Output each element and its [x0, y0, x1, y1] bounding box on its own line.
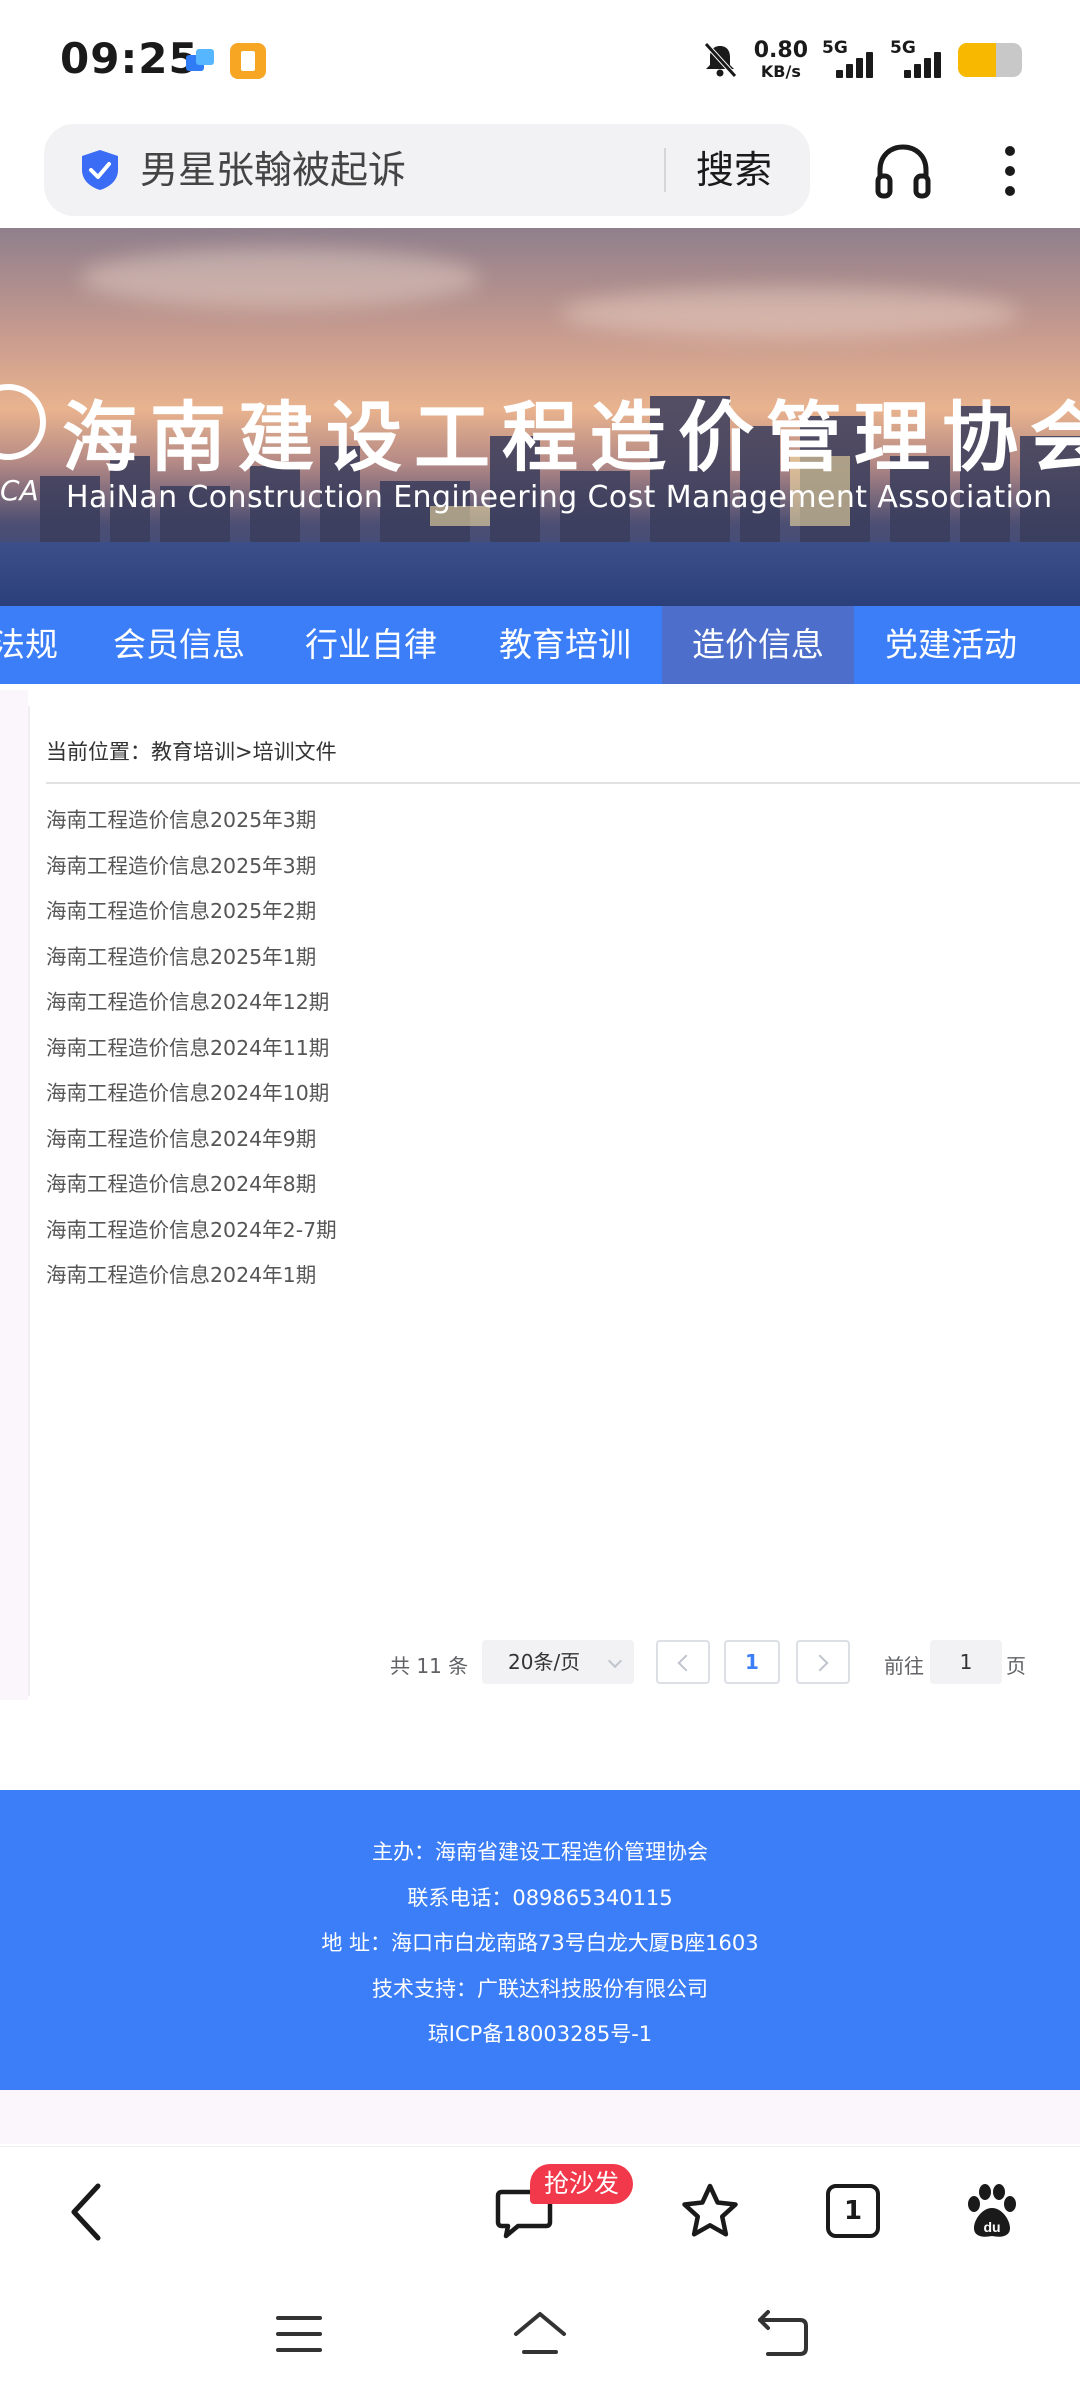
shield-icon — [82, 150, 118, 190]
goto-page-input[interactable]: 1 — [930, 1640, 1002, 1684]
site-footer: 主办：海南省建设工程造价管理协会 联系电话：089865340115 地 址：海… — [0, 1790, 1080, 2090]
document-list: 海南工程造价信息2025年3期 海南工程造价信息2025年3期 海南工程造价信息… — [46, 800, 337, 1301]
sea-water — [0, 542, 1080, 606]
menu-icon[interactable] — [274, 2312, 324, 2356]
document-link[interactable]: 海南工程造价信息2024年10期 — [46, 1073, 337, 1119]
svg-text:du: du — [983, 2219, 1000, 2235]
document-link[interactable]: 海南工程造价信息2024年8期 — [46, 1164, 337, 1210]
nav-item-industry-discipline[interactable]: 行业自律 — [276, 606, 466, 684]
document-link[interactable]: 海南工程造价信息2024年9期 — [46, 1119, 337, 1165]
breadcrumb-divider — [46, 782, 1080, 784]
nav-item-member-info[interactable]: 会员信息 — [84, 606, 274, 684]
prev-page-button[interactable] — [656, 1640, 710, 1684]
comment-badge[interactable]: 抢沙发 — [530, 2164, 634, 2204]
site-banner: CA 海南建设工程造价管理协会 HaiNan Construction Engi… — [0, 228, 1080, 606]
current-page[interactable]: 1 — [724, 1640, 780, 1684]
pagination-total: 共 11 条 — [390, 1654, 469, 1678]
logo-abbreviation: CA — [0, 474, 39, 507]
nav-item-laws[interactable]: 法规 — [0, 606, 74, 684]
system-back-icon[interactable] — [754, 2310, 810, 2358]
mute-bell-icon — [703, 42, 737, 78]
battery-level — [958, 43, 997, 77]
breadcrumb: 当前位置：教育培训>培训文件 — [46, 740, 337, 764]
clipboard-app-icon — [230, 43, 266, 79]
system-nav-bar — [0, 2272, 1080, 2400]
banner-title-cn: 海南建设工程造价管理协会 — [62, 393, 1080, 482]
back-icon[interactable] — [64, 2180, 112, 2244]
search-button[interactable]: 搜索 — [696, 146, 772, 194]
battery-icon — [958, 43, 1022, 77]
page-bottom-spacer — [0, 2090, 1080, 2144]
left-gutter — [0, 690, 28, 1700]
status-bar: 09:25 0.80 KB/s 5G 5G — [0, 0, 1080, 120]
network-speed: 0.80 KB/s — [753, 38, 808, 81]
document-link[interactable]: 海南工程造价信息2024年12期 — [46, 982, 337, 1028]
nav-item-cost-info[interactable]: 造价信息 — [662, 606, 854, 684]
headphone-icon[interactable] — [870, 138, 936, 204]
status-time: 09:25 — [60, 34, 199, 83]
footer-host: 主办：海南省建设工程造价管理协会 — [372, 1840, 708, 1864]
document-link[interactable]: 海南工程造价信息2025年1期 — [46, 937, 337, 983]
document-link[interactable]: 海南工程造价信息2025年3期 — [46, 846, 337, 892]
footer-phone: 联系电话：089865340115 — [407, 1886, 673, 1910]
baidu-paw-icon[interactable]: du — [962, 2180, 1022, 2244]
app-notification-icon — [186, 49, 214, 71]
document-link[interactable]: 海南工程造价信息2025年2期 — [46, 891, 337, 937]
search-input[interactable]: 男星张翰被起诉 — [140, 146, 406, 194]
footer-tech-support: 技术支持：广联达科技股份有限公司 — [372, 1977, 708, 2001]
nav-item-education-training[interactable]: 教育培训 — [470, 606, 660, 684]
document-link[interactable]: 海南工程造价信息2025年3期 — [46, 800, 337, 846]
document-link[interactable]: 海南工程造价信息2024年2-7期 — [46, 1210, 337, 1256]
footer-icp[interactable]: 琼ICP备18003285号-1 — [0, 2018, 1080, 2048]
chevron-down-icon — [607, 1653, 623, 1669]
nav-item-party-activities[interactable]: 党建活动 — [856, 606, 1046, 684]
goto-label: 前往 — [884, 1654, 924, 1678]
star-icon[interactable] — [678, 2180, 742, 2244]
page-suffix: 页 — [1006, 1654, 1026, 1678]
banner-title-en: HaiNan Construction Engineering Cost Man… — [66, 480, 1053, 515]
next-page-button[interactable] — [796, 1640, 850, 1684]
signal-icon: 5G — [822, 38, 876, 82]
search-bar[interactable]: 男星张翰被起诉 搜索 — [44, 124, 810, 216]
signal-icon-2: 5G — [890, 38, 944, 82]
chevron-right-icon — [811, 1654, 829, 1672]
more-options-icon[interactable] — [990, 138, 1030, 204]
search-divider — [664, 148, 666, 192]
tabs-icon[interactable]: 1 — [826, 2184, 880, 2238]
page-size-select[interactable]: 20条/页 — [482, 1640, 634, 1684]
home-icon[interactable] — [510, 2308, 570, 2358]
chevron-left-icon — [677, 1654, 695, 1672]
footer-address: 地 址：海口市白龙南路73号白龙大厦B座1603 — [321, 1931, 759, 1955]
page-size-value: 20条/页 — [508, 1650, 581, 1674]
main-nav: 法规 会员信息 行业自律 教育培训 造价信息 党建活动 — [0, 606, 1080, 684]
pagination: 共 11 条 20条/页 1 前往 1 页 — [0, 1640, 1080, 1684]
document-link[interactable]: 海南工程造价信息2024年1期 — [46, 1255, 337, 1301]
status-indicators: 0.80 KB/s 5G 5G — [700, 34, 1022, 86]
document-link[interactable]: 海南工程造价信息2024年11期 — [46, 1028, 337, 1074]
